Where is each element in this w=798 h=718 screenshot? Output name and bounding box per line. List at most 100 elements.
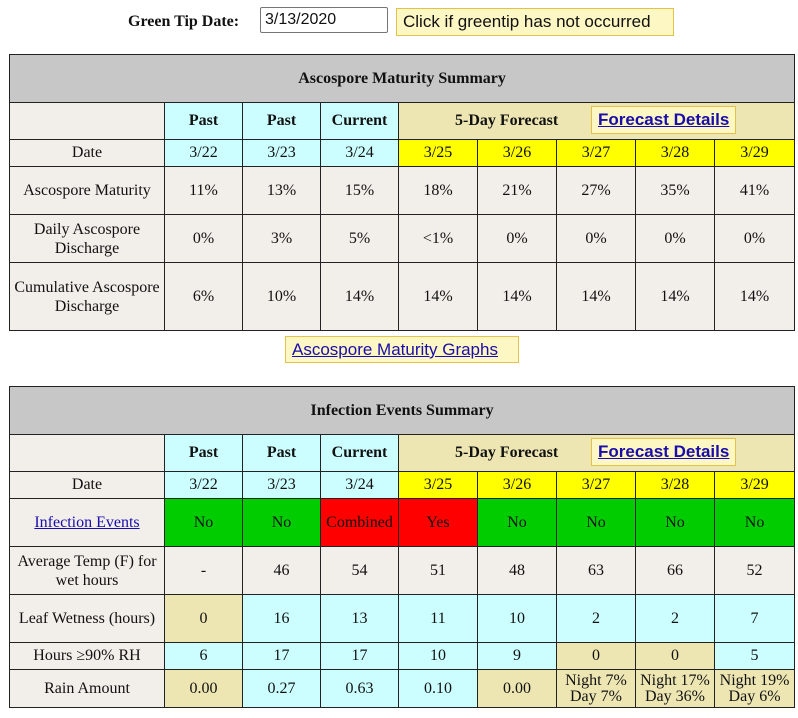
- value-cell: 5: [713, 642, 796, 670]
- row-label-rain-amount: Rain Amount: [9, 669, 165, 708]
- forecast-header: 5-Day Forecast Forecast Details: [397, 102, 796, 140]
- infection-status-cell: No: [242, 498, 321, 547]
- night-chance: Night 17%: [640, 671, 710, 689]
- value-cell: 14%: [635, 262, 715, 331]
- row-label-humidity-hours: Hours ≥90% RH: [9, 642, 165, 670]
- col-header-current: Current: [320, 434, 399, 472]
- greentip-not-occurred-button[interactable]: Click if greentip has not occurred: [396, 8, 674, 36]
- date-cell: 3/26: [477, 471, 557, 499]
- value-cell: 14%: [713, 262, 796, 331]
- value-cell: 13: [320, 594, 399, 643]
- infection-status-cell: Yes: [398, 498, 478, 547]
- night-chance: Night 7%: [565, 671, 627, 689]
- date-cell: 3/29: [713, 139, 796, 167]
- infection-status-cell: Combined: [320, 498, 399, 547]
- value-cell: 63: [556, 546, 636, 595]
- ascospore-summary-table: Ascospore Maturity Summary Past Past Cur…: [8, 54, 796, 331]
- value-cell: 35%: [635, 166, 715, 215]
- infection-status-cell: No: [477, 498, 557, 547]
- value-cell: 11%: [164, 166, 243, 215]
- corner-cell: [9, 102, 165, 140]
- value-cell: 14%: [320, 262, 399, 331]
- col-header-past: Past: [242, 102, 321, 140]
- value-cell: 6: [164, 642, 243, 670]
- value-cell: 0: [635, 642, 715, 670]
- date-cell: 3/27: [556, 139, 636, 167]
- value-cell: 11: [398, 594, 478, 643]
- value-cell: 7: [713, 594, 796, 643]
- value-cell: 17: [320, 642, 399, 670]
- value-cell: 0%: [556, 214, 636, 263]
- value-cell: 14%: [398, 262, 478, 331]
- day-chance: Day 7%: [570, 687, 622, 705]
- infection-title: Infection Events Summary: [8, 386, 796, 435]
- value-cell: 0%: [164, 214, 243, 263]
- infection-status-cell: No: [164, 498, 243, 547]
- value-cell: 41%: [713, 166, 796, 215]
- date-cell: 3/22: [164, 139, 243, 167]
- value-cell: 17: [242, 642, 321, 670]
- row-label-date: Date: [9, 471, 165, 499]
- infection-status-cell: No: [556, 498, 636, 547]
- value-cell: 54: [320, 546, 399, 595]
- value-cell: 2: [556, 594, 636, 643]
- date-cell: 3/25: [398, 139, 478, 167]
- value-cell: 18%: [398, 166, 478, 215]
- forecast-header: 5-Day Forecast Forecast Details: [397, 434, 796, 472]
- green-tip-bar: Green Tip Date: Click if greentip has no…: [0, 6, 798, 36]
- date-cell: 3/23: [242, 139, 321, 167]
- forecast-title: 5-Day Forecast: [455, 444, 559, 461]
- green-tip-date-input[interactable]: [260, 7, 388, 33]
- day-chance: Day 6%: [728, 687, 781, 705]
- day-chance: Day 36%: [645, 687, 705, 705]
- date-cell: 3/28: [635, 139, 715, 167]
- date-cell: 3/24: [320, 471, 399, 499]
- date-cell: 3/24: [320, 139, 399, 167]
- value-cell: -: [164, 546, 243, 595]
- infection-summary-table: Infection Events Summary Past Past Curre…: [8, 386, 796, 708]
- value-cell: 0%: [635, 214, 715, 263]
- value-cell: 14%: [556, 262, 636, 331]
- ascospore-title: Ascospore Maturity Summary: [8, 54, 796, 103]
- row-label-date: Date: [9, 139, 165, 167]
- forecast-details-button[interactable]: Forecast Details: [591, 106, 737, 134]
- date-cell: 3/23: [242, 471, 321, 499]
- value-cell: 10%: [242, 262, 321, 331]
- col-header-current: Current: [320, 102, 399, 140]
- value-cell: 48: [477, 546, 557, 595]
- row-label-avg-temp: Average Temp (F) for wet hours: [9, 546, 165, 595]
- row-label-maturity: Ascospore Maturity: [9, 166, 165, 215]
- row-label-leaf-wetness: Leaf Wetness (hours): [9, 594, 165, 643]
- col-header-past: Past: [164, 434, 243, 472]
- value-cell: 27%: [556, 166, 636, 215]
- value-cell: 0.00: [164, 669, 243, 708]
- forecast-details-button[interactable]: Forecast Details: [591, 438, 737, 466]
- night-chance: Night 19%: [719, 671, 790, 689]
- value-cell: 0.10: [398, 669, 478, 708]
- value-cell: 10: [398, 642, 478, 670]
- value-cell: 51: [398, 546, 478, 595]
- infection-events-link[interactable]: Infection Events: [34, 514, 139, 531]
- date-cell: 3/22: [164, 471, 243, 499]
- value-cell: 0.27: [242, 669, 321, 708]
- col-header-past: Past: [242, 434, 321, 472]
- value-cell: 52: [713, 546, 796, 595]
- row-label-daily-discharge: Daily Ascospore Discharge: [9, 214, 165, 263]
- date-cell: 3/25: [398, 471, 478, 499]
- infection-status-cell: No: [635, 498, 715, 547]
- forecast-title: 5-Day Forecast: [455, 112, 559, 129]
- value-cell: 15%: [320, 166, 399, 215]
- value-cell: 14%: [477, 262, 557, 331]
- value-cell: 0%: [477, 214, 557, 263]
- value-cell: 21%: [477, 166, 557, 215]
- value-cell: <1%: [398, 214, 478, 263]
- infection-status-cell: No: [713, 498, 796, 547]
- date-cell: 3/27: [556, 471, 636, 499]
- precip-chance-cell: Night 17% Day 36%: [635, 669, 715, 708]
- ascospore-graphs-button[interactable]: Ascospore Maturity Graphs: [285, 336, 519, 363]
- value-cell: 0.63: [320, 669, 399, 708]
- value-cell: 0.00: [477, 669, 557, 708]
- value-cell: 46: [242, 546, 321, 595]
- row-label-infection-events[interactable]: Infection Events: [9, 498, 165, 547]
- green-tip-label: Green Tip Date:: [128, 13, 240, 30]
